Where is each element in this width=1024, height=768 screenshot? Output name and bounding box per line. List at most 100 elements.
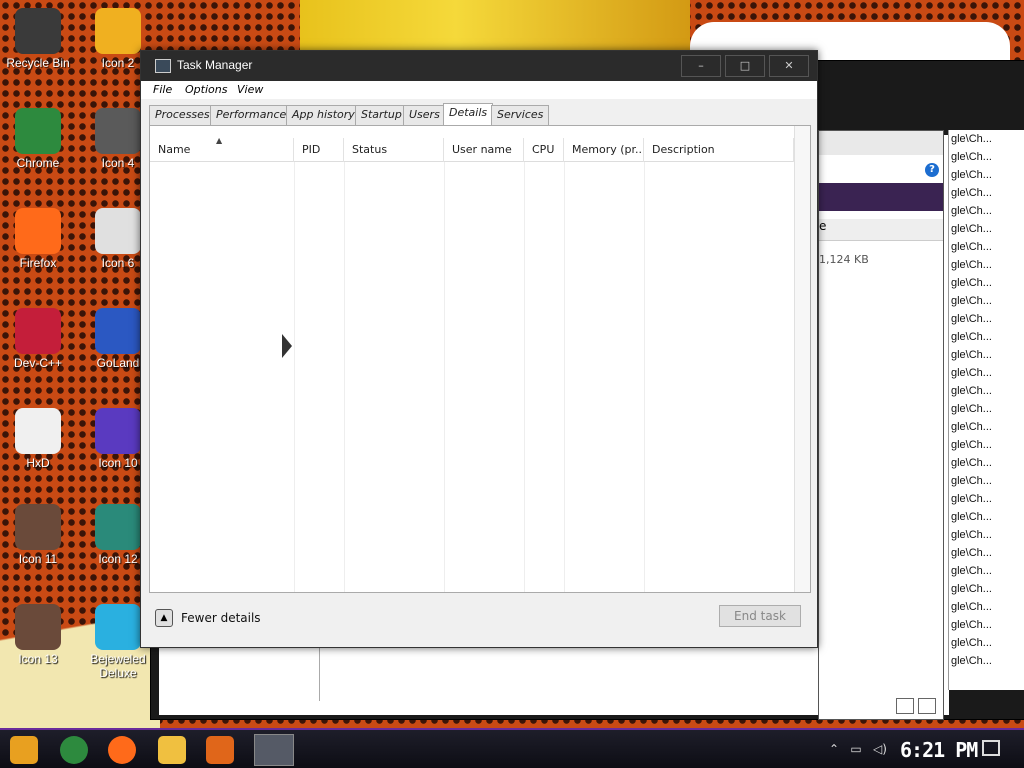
chevron-up-icon[interactable]: ⌃ (826, 742, 842, 756)
path-list-item[interactable]: gle\Ch... (949, 148, 1024, 166)
task-manager-window: Task Manager – □ ✕ File Options View Pro… (140, 50, 818, 648)
column-description[interactable]: Description (644, 138, 794, 162)
fewer-details-link[interactable]: Fewer details (181, 611, 261, 625)
path-list-item[interactable]: gle\Ch... (949, 580, 1024, 598)
path-list-item[interactable]: gle\Ch... (949, 472, 1024, 490)
tab-services[interactable]: Services (491, 105, 550, 125)
desktop-icon[interactable]: Dev-C++ (0, 308, 76, 370)
desktop-icon-image (95, 408, 141, 454)
desktop-icon-image (15, 604, 61, 650)
desktop-icon-image (95, 108, 141, 154)
preview-view-icon[interactable] (918, 698, 936, 714)
sort-arrow-icon: ▲ (216, 138, 223, 145)
path-list-item[interactable]: gle\Ch... (949, 508, 1024, 526)
chevron-up-icon[interactable]: ▲ (155, 609, 173, 627)
desktop-icon-label: Firefox (19, 256, 57, 270)
clock[interactable]: 6:21 PM (900, 738, 978, 762)
desktop-icon[interactable]: Recycle Bin (0, 8, 76, 70)
title-bar[interactable]: Task Manager – □ ✕ (141, 51, 817, 81)
path-list-item[interactable]: gle\Ch... (949, 418, 1024, 436)
column-divider (644, 162, 645, 592)
explorer-search[interactable] (819, 183, 943, 211)
task-manager-taskbar-button[interactable] (254, 734, 294, 766)
tab-startup[interactable]: Startup (355, 105, 408, 125)
tab-processes[interactable]: Processes (149, 105, 216, 125)
path-list-item[interactable]: gle\Ch... (949, 292, 1024, 310)
menu-options[interactable]: Options (185, 83, 227, 96)
path-list-item[interactable]: gle\Ch... (949, 274, 1024, 292)
menu-view[interactable]: View (237, 83, 263, 96)
column-user-name[interactable]: User name (444, 138, 524, 162)
column-headers: ▲ Name PID Status User name CPU Memory (p… (150, 138, 810, 162)
notification-icon[interactable] (982, 740, 1000, 756)
chrome-icon[interactable] (60, 736, 88, 764)
menu-file[interactable]: File (153, 83, 172, 96)
path-list-item[interactable]: gle\Ch... (949, 526, 1024, 544)
path-list-item[interactable]: gle\Ch... (949, 202, 1024, 220)
firefox-icon[interactable] (108, 736, 136, 764)
column-divider (344, 162, 345, 592)
column-name-label: Name (158, 143, 191, 156)
desktop-icon[interactable]: Firefox (0, 208, 76, 270)
path-list-item[interactable]: gle\Ch... (949, 130, 1024, 148)
help-icon[interactable]: ? (925, 163, 939, 177)
desktop-icon[interactable]: HxD (0, 408, 76, 470)
start-icon[interactable] (10, 736, 38, 764)
desktop-icon[interactable]: Icon 13 (0, 604, 76, 666)
desktop-icon-image (95, 8, 141, 54)
path-list-item[interactable]: gle\Ch... (949, 598, 1024, 616)
path-list-item[interactable]: gle\Ch... (949, 616, 1024, 634)
path-list-item[interactable]: gle\Ch... (949, 256, 1024, 274)
volume-icon[interactable]: ◁) (872, 742, 888, 756)
column-status[interactable]: Status (344, 138, 444, 162)
vertical-scrollbar[interactable] (794, 126, 810, 592)
path-list-item[interactable]: gle\Ch... (949, 346, 1024, 364)
path-list-item[interactable]: gle\Ch... (949, 544, 1024, 562)
column-divider (524, 162, 525, 592)
close-button[interactable]: ✕ (769, 55, 809, 77)
column-memory[interactable]: Memory (pr... (564, 138, 644, 162)
path-list-item[interactable]: gle\Ch... (949, 490, 1024, 508)
path-list-item[interactable]: gle\Ch... (949, 238, 1024, 256)
desktop-icon-image (15, 308, 61, 354)
network-icon[interactable]: ▭ (848, 742, 864, 756)
details-view-icon[interactable] (896, 698, 914, 714)
tab-app-history[interactable]: App history (286, 105, 361, 125)
column-name[interactable]: ▲ Name (150, 138, 294, 162)
path-list-item[interactable]: gle\Ch... (949, 310, 1024, 328)
view-toggle[interactable] (896, 698, 940, 717)
desktop-icon-image (15, 408, 61, 454)
column-divider (294, 162, 295, 592)
path-list-item[interactable]: gle\Ch... (949, 220, 1024, 238)
path-list-item[interactable]: gle\Ch... (949, 364, 1024, 382)
path-list-item[interactable]: gle\Ch... (949, 634, 1024, 652)
footer: ▲ Fewer details End task (141, 597, 817, 647)
desktop-icon[interactable]: Chrome (0, 108, 76, 170)
path-list-item[interactable]: gle\Ch... (949, 562, 1024, 580)
path-list-item[interactable]: gle\Ch... (949, 166, 1024, 184)
tab-performance[interactable]: Performance (210, 105, 293, 125)
path-list-item[interactable]: gle\Ch... (949, 400, 1024, 418)
column-pid[interactable]: PID (294, 138, 344, 162)
desktop-icon-label: Chrome (16, 156, 60, 170)
end-task-button[interactable]: End task (719, 605, 801, 627)
window-title: Task Manager (177, 58, 253, 72)
maximize-button[interactable]: □ (725, 55, 765, 77)
search-icon[interactable] (206, 736, 234, 764)
desktop-icon-image (95, 208, 141, 254)
minimize-button[interactable]: – (681, 55, 721, 77)
path-list-item[interactable]: gle\Ch... (949, 454, 1024, 472)
explorer-column-label: e (819, 219, 827, 233)
tab-users[interactable]: Users (403, 105, 446, 125)
explorer-column-header[interactable]: e (819, 219, 943, 241)
column-cpu[interactable]: CPU (524, 138, 564, 162)
tab-details[interactable]: Details (443, 103, 494, 126)
path-list-item[interactable]: gle\Ch... (949, 436, 1024, 454)
path-list-item[interactable]: gle\Ch... (949, 382, 1024, 400)
desktop-icon[interactable]: Icon 11 (0, 504, 76, 566)
file-explorer-icon[interactable] (158, 736, 186, 764)
path-list-item[interactable]: gle\Ch... (949, 184, 1024, 202)
path-list-item[interactable]: gle\Ch... (949, 652, 1024, 670)
desktop-icon-image (15, 108, 61, 154)
path-list-item[interactable]: gle\Ch... (949, 328, 1024, 346)
